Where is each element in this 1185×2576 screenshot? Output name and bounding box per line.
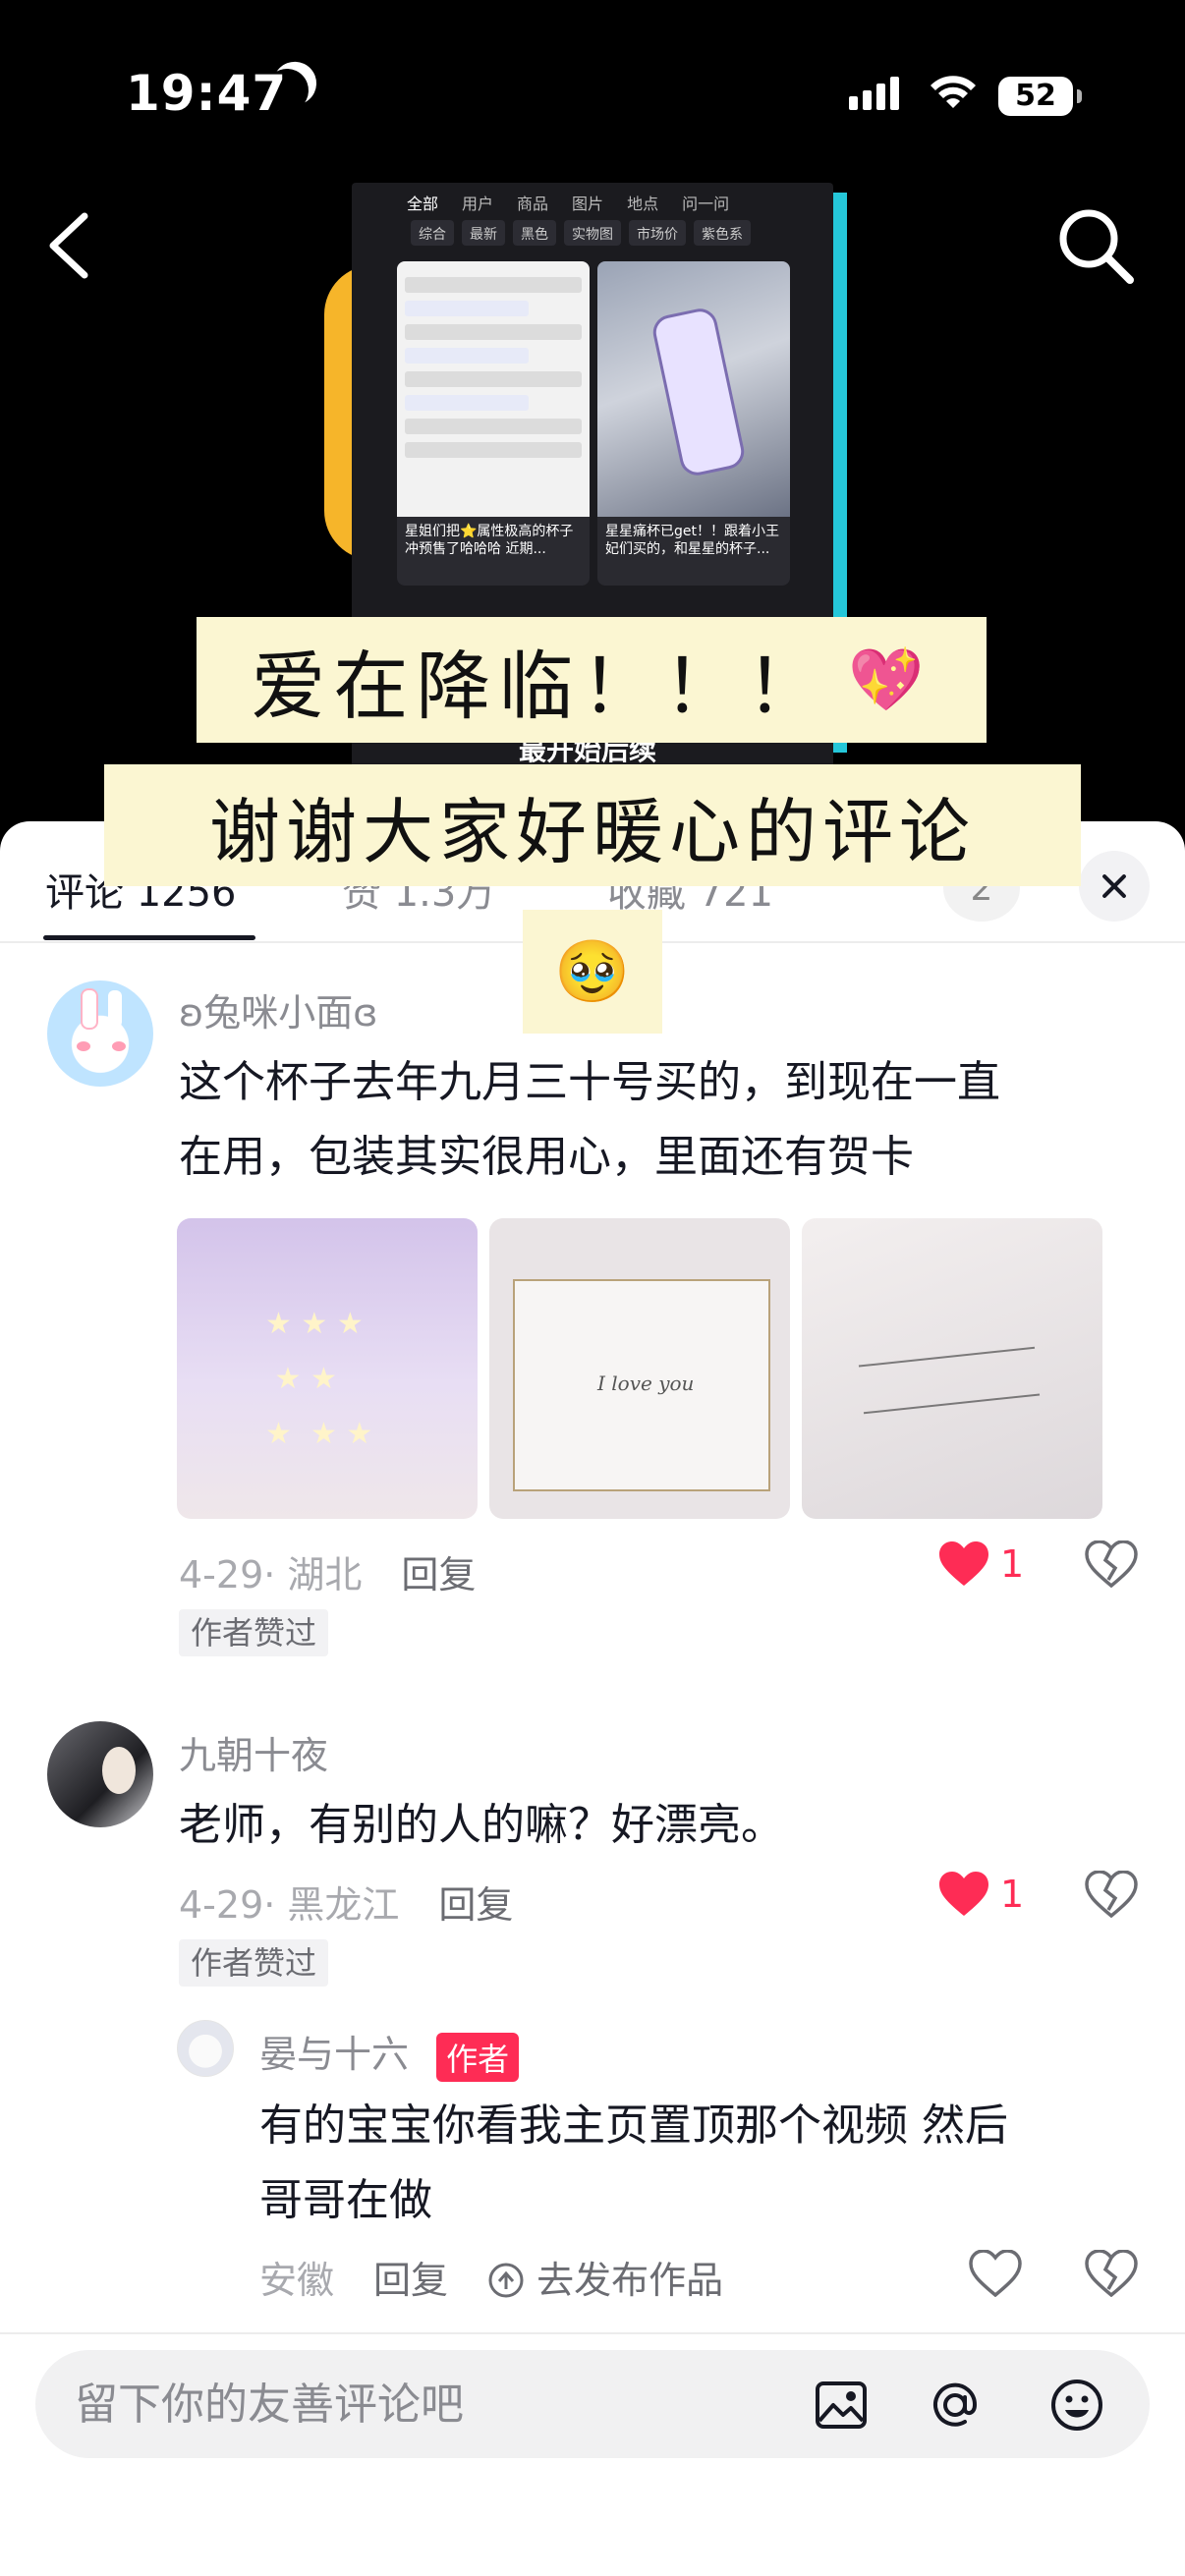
broken-heart-icon[interactable] — [1085, 1540, 1138, 1588]
handwriting — [858, 1346, 1041, 1415]
like-count: 1 — [1000, 1542, 1025, 1586]
comment-photo[interactable] — [177, 1218, 478, 1519]
divider — [0, 2332, 1185, 2334]
reply-location: 安徽 — [259, 2259, 335, 2302]
comment-meta: 4-29· 黑龙江 回复 — [179, 1875, 513, 1929]
like-button[interactable]: 1 — [937, 1540, 1024, 1588]
reply-meta: 安徽 回复 去发布作品 — [259, 2250, 723, 2304]
avatar[interactable] — [47, 980, 153, 1087]
video-screenshot-tabs: 全部 用户 商品 图片 地点 问一问 — [407, 195, 730, 213]
comment-date-location: 4-29· 湖北 — [179, 1553, 363, 1596]
emoji-icon[interactable] — [1047, 2376, 1106, 2435]
mention-icon[interactable] — [926, 2376, 985, 2435]
wifi-icon — [931, 76, 976, 108]
reply-button[interactable]: 回复 — [438, 1875, 513, 1929]
reply-button[interactable]: 回复 — [373, 2250, 448, 2304]
active-tab-indicator — [43, 935, 255, 940]
upload-circle-icon — [488, 2263, 524, 2298]
avatar[interactable] — [177, 2020, 234, 2077]
chat-screenshot — [397, 261, 590, 517]
publish-work-link[interactable]: 去发布作品 — [487, 2250, 723, 2304]
reply-text: 有的宝宝你看我主页置顶那个视频 然后 哥哥在做 — [259, 2100, 1008, 2225]
broken-heart-icon[interactable] — [1085, 2250, 1138, 2297]
comment-text: 这个杯子去年九月三十号买的，到现在一直 在用，包装其实很用心，里面还有贺卡 — [179, 1057, 1000, 1182]
cup-photo — [597, 261, 790, 517]
comment-meta: 4-29· 湖北 回复 — [179, 1544, 476, 1598]
comment-text: 老师，有别的人的嘛？好漂亮。 — [179, 1800, 784, 1850]
card-text: I love you — [597, 1372, 695, 1395]
broken-heart-icon[interactable] — [1085, 1871, 1138, 1918]
video-overlay-caption: 爱在降临！！！ 💖 — [197, 617, 987, 743]
heart-outline-icon[interactable] — [969, 2250, 1022, 2297]
heart-filled-icon — [939, 1541, 988, 1586]
author-liked-badge: 作者赞过 — [179, 1609, 329, 1656]
comment-username[interactable]: 九朝十夜 — [179, 1725, 328, 1779]
reply-username: 晏与十六 作者 — [259, 2024, 520, 2082]
card-caption: 星姐们把⭐属性极高的杯子冲预售了哈哈哈 近期... — [405, 524, 574, 557]
search-icon[interactable] — [1051, 201, 1140, 290]
comment-photo[interactable] — [802, 1218, 1102, 1519]
comment-input[interactable] — [75, 2374, 762, 2435]
video-screenshot-chips: 综合 最新 黑色 实物图 市场价 紫色系 — [352, 220, 833, 252]
comment-date-location: 4-29· 黑龙江 — [179, 1883, 400, 1927]
image-icon[interactable] — [812, 2376, 871, 2435]
comment-username[interactable]: ʚ兔咪小面ɞ — [179, 982, 377, 1036]
like-button[interactable]: 1 — [937, 1871, 1024, 1918]
cellular-signal-icon — [849, 77, 899, 110]
sparkling-heart-icon: 💖 — [848, 644, 932, 715]
status-time: 19:47 — [126, 65, 288, 122]
video-overlay-caption: 谢谢大家好暖心的评论 — [104, 764, 1081, 886]
author-liked-badge: 作者赞过 — [179, 1939, 329, 1987]
like-count: 1 — [1000, 1873, 1025, 1916]
avatar[interactable] — [47, 1721, 153, 1827]
comment-photo[interactable]: I love you — [489, 1218, 790, 1519]
pleading-face-icon: 🥹 — [523, 910, 662, 1034]
video-screenshot-card: 星姐们把⭐属性极高的杯子冲预售了哈哈哈 近期... — [397, 261, 590, 586]
video-screenshot-card: 星星痛杯已get！！跟着小王妃们买的，和星星的杯子... — [597, 261, 790, 586]
status-bar: 19:47 52 — [0, 0, 1185, 187]
heart-filled-icon — [939, 1872, 988, 1916]
close-button[interactable] — [1079, 851, 1150, 922]
card-caption: 星星痛杯已get！！跟着小王妃们买的，和星星的杯子... — [605, 524, 779, 557]
comment-input-bar — [35, 2350, 1150, 2458]
back-arrow-icon[interactable] — [37, 206, 106, 285]
battery-indicator: 52 — [998, 77, 1082, 116]
reply-button[interactable]: 回复 — [401, 1544, 476, 1598]
author-tag: 作者 — [436, 2032, 520, 2082]
